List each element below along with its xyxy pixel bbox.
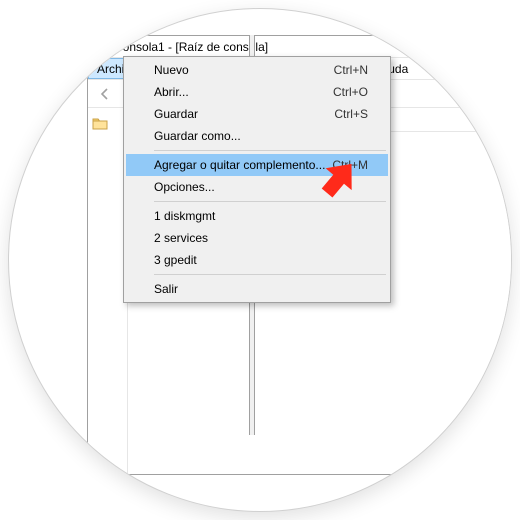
menu-item-recent-1[interactable]: 1 diskmgmt [126, 205, 388, 227]
tree-pane [88, 110, 128, 474]
menu-item-abrir[interactable]: Abrir... Ctrl+O [126, 81, 388, 103]
mmc-icon [92, 39, 108, 55]
menu-separator [154, 150, 386, 151]
folder-icon[interactable] [92, 119, 108, 133]
menu-item-recent-3[interactable]: 3 gpedit [126, 249, 388, 271]
titlebar: Consola1 - [Raíz de consola] [88, 36, 512, 58]
menu-separator [154, 201, 386, 202]
menu-item-opciones[interactable]: Opciones... [126, 176, 388, 198]
menu-item-nuevo[interactable]: Nuevo Ctrl+N [126, 59, 388, 81]
menu-item-guardar[interactable]: Guardar Ctrl+S [126, 103, 388, 125]
archivo-dropdown: Nuevo Ctrl+N Abrir... Ctrl+O Guardar Ctr… [123, 56, 391, 303]
menu-item-agregar-complemento[interactable]: Agregar o quitar complemento... Ctrl+M [126, 154, 388, 176]
menu-item-recent-2[interactable]: 2 services [126, 227, 388, 249]
menu-item-salir[interactable]: Salir [126, 278, 388, 300]
menu-item-guardar-como[interactable]: Guardar como... [126, 125, 388, 147]
window-title: Consola1 - [Raíz de consola] [114, 40, 268, 54]
menu-separator [154, 274, 386, 275]
back-button[interactable] [94, 83, 116, 105]
